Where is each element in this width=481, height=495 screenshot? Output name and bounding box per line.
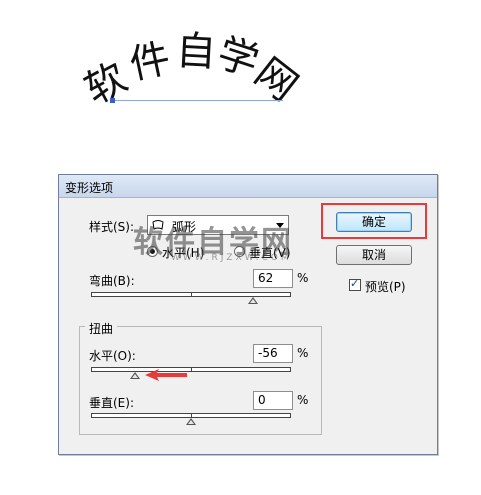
horiz-distort-center-tick [191, 367, 192, 372]
bend-input[interactable]: 62 [253, 269, 293, 288]
distortion-group-label: 扭曲 [85, 320, 118, 337]
style-label: 样式(S): [89, 220, 135, 234]
arc-text-char-1: 软 [77, 54, 135, 114]
vert-distort-slider-thumb[interactable] [186, 418, 196, 425]
bend-percent-sign: % [297, 271, 309, 285]
ok-button[interactable]: 确定 [336, 212, 412, 232]
vert-distort-percent-sign: % [297, 393, 309, 407]
arc-text-char-2: 件 [125, 35, 175, 89]
cancel-button[interactable]: 取消 [336, 245, 412, 265]
vert-distort-input[interactable]: 0 [253, 391, 293, 410]
text-baseline [113, 100, 283, 101]
text-anchor-point[interactable] [110, 98, 115, 103]
distortion-group [79, 326, 322, 435]
bend-label: 弯曲(B): [89, 274, 135, 288]
horiz-distort-label: 水平(O): [89, 349, 136, 363]
vert-distort-label: 垂直(E): [89, 396, 134, 410]
bend-slider-center-tick [191, 292, 192, 297]
horiz-distort-slider-thumb[interactable] [130, 372, 140, 379]
horiz-distort-input[interactable]: -56 [253, 344, 293, 363]
arc-text-char-3: 自 [174, 27, 218, 77]
bend-slider-thumb[interactable] [248, 297, 258, 304]
dialog-title: 变形选项 [65, 181, 114, 195]
warp-options-dialog: 变形选项 样式(S): 弧形 水平(H) 垂直(V) 软件自学网 WWW.RJZ… [58, 174, 438, 455]
dialog-titlebar[interactable]: 变形选项 [59, 175, 437, 198]
red-arrow-annotation-icon [145, 369, 187, 381]
bend-slider-track[interactable] [91, 292, 291, 297]
watermark-url: WWW.RJZXW.COM [171, 253, 292, 263]
horiz-distort-percent-sign: % [297, 346, 309, 360]
horiz-distort-slider-track[interactable] [91, 367, 291, 372]
preview-checkbox[interactable] [349, 277, 361, 291]
preview-label[interactable]: 预览(P) [365, 278, 406, 295]
